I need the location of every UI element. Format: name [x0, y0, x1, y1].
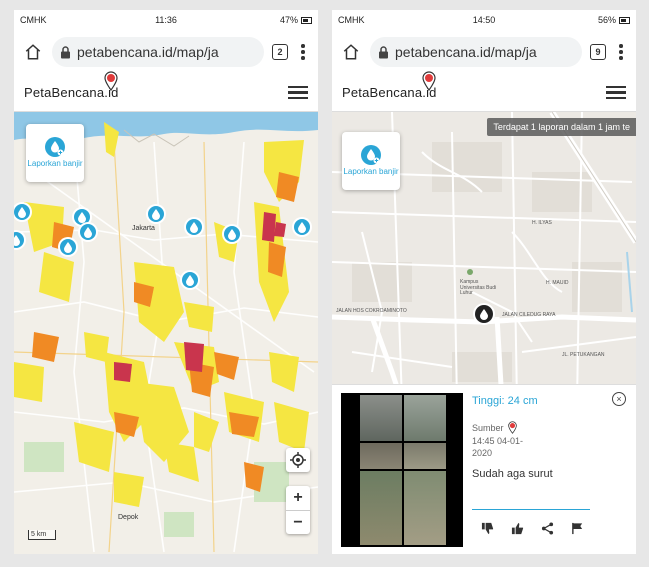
app-logo[interactable]: PetaBencana.id: [24, 71, 119, 100]
overflow-menu-icon[interactable]: [614, 44, 628, 60]
lock-icon: [379, 45, 388, 58]
status-bar: CMHK 11:36 47%: [14, 10, 318, 30]
tab-switcher-button[interactable]: 2: [272, 44, 288, 60]
battery-percent: 47%: [279, 15, 298, 25]
left-phone-screen: CMHK 11:36 47% petabencana.id/map/ja 2 P…: [14, 10, 318, 554]
source-label: Sumber: [472, 422, 504, 433]
report-timestamp: 14:45 04-01-2020: [472, 436, 524, 459]
logo-text: PetaBencana: [342, 85, 423, 100]
crosshair-icon: [290, 452, 306, 468]
water-height: Tinggi: 24 cm: [472, 395, 538, 407]
map-pin-icon: [104, 71, 118, 91]
home-icon[interactable]: [22, 41, 44, 63]
selected-report-marker: [473, 303, 495, 325]
source-pin-icon: [507, 421, 517, 434]
url-text: petabencana.id/map/ja: [395, 44, 537, 60]
road-label-petukangan: JL. PETUKANGAN: [562, 352, 605, 358]
zoom-out-button[interactable]: −: [286, 510, 310, 534]
street-map[interactable]: JALAN HOS COKROAMINOTO JALAN CILEDUG RAY…: [332, 112, 636, 554]
browser-toolbar: petabencana.id/map/ja 2: [14, 30, 318, 74]
battery-percent: 56%: [597, 15, 616, 25]
report-actions: [480, 521, 584, 535]
road-label-cokroaminoto: JALAN HOS COKROAMINOTO: [336, 308, 407, 314]
flag-icon[interactable]: [570, 521, 584, 535]
report-flood-button[interactable]: Laporkan banjir: [342, 132, 400, 190]
logo-text: PetaBencana: [24, 85, 105, 100]
clock: 14:50: [472, 15, 496, 25]
report-button-label: Laporkan banjir: [343, 167, 399, 177]
report-photo[interactable]: [341, 393, 463, 547]
city-label: Jakarta: [132, 225, 155, 232]
report-count-notice: Terdapat 1 laporan dalam 1 jam te: [487, 118, 636, 136]
divider: [472, 509, 590, 510]
browser-toolbar: petabencana.id/map/ja 9: [332, 30, 636, 74]
thumbs-up-icon[interactable]: [510, 521, 524, 535]
app-logo[interactable]: PetaBencana.id: [342, 71, 437, 100]
flood-map[interactable]: Jakarta Depok Laporkan banjir + − 5 km: [14, 112, 318, 554]
battery-icon: [619, 16, 630, 24]
map-scale: 5 km: [28, 530, 56, 540]
status-bar: CMHK 14:50 56%: [332, 10, 636, 30]
report-button-label: Laporkan banjir: [27, 159, 83, 169]
share-icon[interactable]: [540, 521, 554, 535]
report-flood-button[interactable]: Laporkan banjir: [26, 124, 84, 182]
lock-icon: [61, 45, 70, 58]
district-label: Depok: [118, 514, 139, 521]
app-header: PetaBencana.id: [14, 71, 318, 112]
zoom-controls: + −: [286, 486, 310, 534]
overflow-menu-icon[interactable]: [296, 44, 310, 60]
road-label-ciledug: JALAN CILEDUG RAYA: [502, 312, 556, 318]
right-phone-screen: CMHK 14:50 56% petabencana.id/map/ja 9 P…: [332, 10, 636, 554]
thumbs-down-icon[interactable]: [480, 521, 494, 535]
report-description: Sudah aga surut: [472, 468, 553, 480]
menu-icon[interactable]: [606, 85, 626, 100]
tab-switcher-button[interactable]: 9: [590, 44, 606, 60]
water-drop-icon: [45, 137, 65, 158]
road-label-ilyas: H. ILYAS: [532, 220, 552, 226]
road-label-university: Kampus Universitas Budi Luhur: [460, 279, 497, 296]
url-text: petabencana.id/map/ja: [77, 44, 219, 60]
locate-me-button[interactable]: [286, 448, 310, 472]
home-icon[interactable]: [340, 41, 362, 63]
report-detail-panel: Tinggi: 24 cm × Sumber 14:45 04-01-2020 …: [332, 384, 636, 554]
app-header: PetaBencana.id: [332, 71, 636, 112]
water-drop-icon: [361, 145, 381, 166]
clock: 11:36: [155, 15, 177, 25]
menu-icon[interactable]: [288, 85, 308, 100]
battery-icon: [301, 16, 312, 24]
road-label-mauid: H. MAUID: [546, 280, 569, 286]
close-icon[interactable]: ×: [612, 392, 626, 406]
zoom-in-button[interactable]: +: [286, 486, 310, 510]
map-pin-icon: [422, 71, 436, 91]
address-bar[interactable]: petabencana.id/map/ja: [370, 37, 582, 67]
address-bar[interactable]: petabencana.id/map/ja: [52, 37, 264, 67]
